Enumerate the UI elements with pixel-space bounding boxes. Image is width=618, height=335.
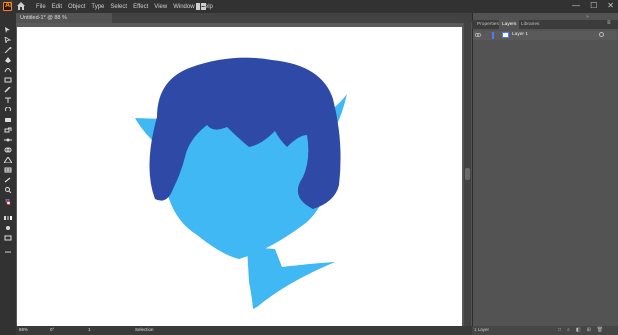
type-tool-icon[interactable] [4, 97, 12, 103]
menu-select[interactable]: Select [110, 4, 127, 10]
direct-selection-tool-icon[interactable] [4, 37, 12, 43]
app-icon-text: Ai [5, 2, 12, 9]
tab-properties[interactable]: Properties [474, 20, 502, 29]
fill-stroke-swatch-icon[interactable] [4, 199, 12, 205]
menu-object[interactable]: Object [68, 4, 85, 10]
color-mode-icon[interactable] [4, 215, 12, 221]
edit-toolbar-icon[interactable] [4, 249, 12, 255]
illustrator-logo-icon: Ai [3, 2, 12, 11]
clipping-mask-icon[interactable]: ◧ [576, 327, 581, 333]
menu-type[interactable]: Type [91, 4, 104, 10]
perspective-grid-tool-icon[interactable] [4, 157, 12, 163]
right-panel [472, 13, 618, 335]
curvature-tool-icon[interactable] [4, 67, 12, 73]
magic-wand-tool-icon[interactable] [4, 47, 12, 53]
layer-target-icon[interactable] [599, 32, 604, 37]
width-tool-icon[interactable] [4, 137, 12, 143]
maximize-button[interactable]: ☐ [590, 1, 597, 10]
window-controls: — ☐ ✕ [572, 1, 614, 10]
menu-items: File Edit Object Type Select Effect View… [36, 0, 213, 13]
draw-mode-icon[interactable] [4, 225, 12, 231]
layer-thumbnail [502, 32, 509, 38]
artboard-number[interactable]: 1 [88, 327, 91, 332]
visibility-eye-icon[interactable] [475, 33, 481, 37]
scrollbar-thumb[interactable] [465, 168, 470, 180]
tools-panel [0, 13, 16, 335]
scale-tool-icon[interactable] [4, 127, 12, 133]
rectangle-tool-icon[interactable] [4, 77, 12, 83]
artboard[interactable] [17, 27, 462, 327]
menu-view[interactable]: View [154, 4, 167, 10]
eraser-tool-icon[interactable] [4, 117, 12, 123]
collect-for-export-icon[interactable]: □ [558, 327, 561, 333]
minimize-button[interactable]: — [572, 1, 580, 10]
zoom-level[interactable]: 88% [19, 327, 28, 332]
mesh-tool-icon[interactable] [4, 167, 12, 173]
home-icon[interactable] [16, 1, 26, 11]
current-tool-status[interactable]: Selection [135, 327, 154, 332]
menu-edit[interactable]: Edit [52, 4, 62, 10]
pen-tool-icon[interactable] [4, 57, 12, 63]
locate-object-icon[interactable]: ⌕ [567, 327, 570, 333]
character-illustration[interactable] [17, 27, 462, 327]
rotation-angle[interactable]: 0° [50, 327, 54, 332]
screen-mode-icon[interactable] [4, 235, 12, 241]
panel-menu-icon[interactable]: ≡ [607, 20, 611, 26]
shape-builder-tool-icon[interactable] [4, 147, 12, 153]
tab-libraries[interactable]: Libraries [518, 20, 542, 29]
eyedropper-tool-icon[interactable] [4, 177, 12, 183]
close-window-button[interactable]: ✕ [607, 1, 614, 10]
paintbrush-tool-icon[interactable] [4, 87, 12, 93]
menu-window[interactable]: Window [173, 4, 194, 10]
layers-count: 1 Layer [474, 327, 490, 332]
status-bar [16, 326, 472, 335]
new-layer-icon[interactable]: ⊞ [587, 327, 591, 333]
selection-tool-icon[interactable] [4, 27, 12, 33]
tab-layers[interactable]: Layers [499, 20, 520, 29]
delete-layer-icon[interactable]: 🗑 [597, 327, 603, 333]
zoom-tool-icon[interactable] [4, 187, 12, 193]
layer-name[interactable]: Layer 1 [512, 32, 528, 37]
layer-color-bar [492, 32, 494, 39]
layer-row[interactable] [473, 31, 617, 40]
workspace-switcher-icon[interactable] [196, 3, 206, 10]
rotate-tool-icon[interactable] [4, 107, 12, 113]
menu-file[interactable]: File [36, 4, 46, 10]
menu-effect[interactable]: Effect [133, 4, 148, 10]
neck-shape[interactable] [247, 247, 335, 309]
document-tab[interactable]: Untitled-1* @ 88 % (CMYK/Preview)× [16, 13, 112, 31]
layers-footer-actions: □ ⌕ ◧ ⊞ 🗑 [558, 327, 603, 333]
